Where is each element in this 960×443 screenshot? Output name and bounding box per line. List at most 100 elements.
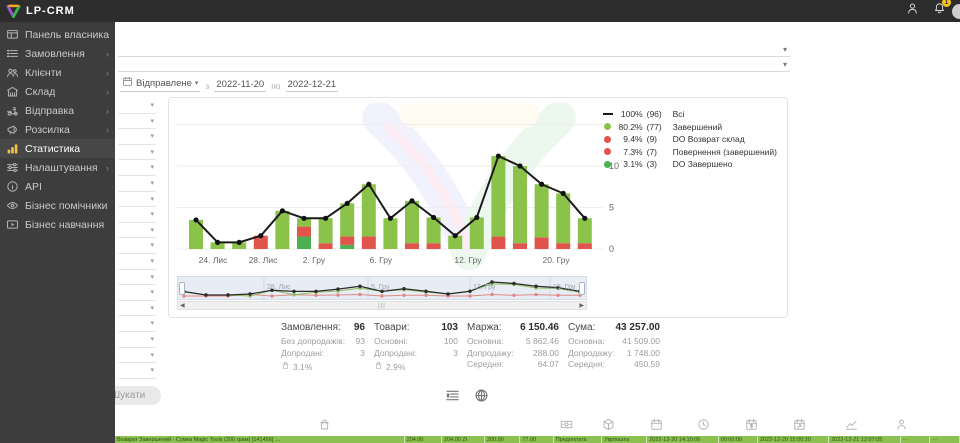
table-cell[interactable]: 200.00 bbox=[485, 436, 520, 443]
table-cell[interactable]: Укрпошта bbox=[602, 436, 647, 443]
chevron-down-icon: ▾ bbox=[150, 257, 154, 265]
side-filter-select-13[interactable]: ▾ bbox=[118, 285, 156, 301]
table-cell[interactable]: ··· bbox=[901, 436, 931, 443]
side-filter-select-5[interactable]: ▾ bbox=[118, 160, 156, 176]
sidebar-item-відправка[interactable]: .f{fill:currentColor;stroke:none}.k{fill… bbox=[0, 101, 115, 120]
sidebar-item-бізнес-помічники[interactable]: .f{fill:currentColor;stroke:none}.k{fill… bbox=[0, 196, 115, 215]
list-indent-toggle[interactable]: .f{fill:currentColor;stroke:none}.k{fill… bbox=[445, 388, 460, 408]
legend-count: (96) bbox=[647, 109, 669, 119]
chart-lines-icon[interactable]: .f{fill:currentColor;stroke:none}.k{fill… bbox=[845, 418, 858, 436]
side-filter-select-1[interactable]: ▾ bbox=[118, 98, 156, 114]
table-cell[interactable]: Возврат Завершений · Сумка Magic Tools (… bbox=[115, 436, 405, 443]
legend-item[interactable]: 100%(96)Всі bbox=[603, 108, 777, 121]
sidebar-item-бізнес-навчання[interactable]: .f{fill:currentColor;stroke:none}.k{fill… bbox=[0, 215, 115, 234]
table-cell[interactable]: 2022-12-20 14:10:06 bbox=[647, 436, 718, 443]
clock-icon[interactable]: .f{fill:currentColor;stroke:none}.k{fill… bbox=[697, 418, 710, 436]
table-header-icons: .f{fill:currentColor;stroke:none}.k{fill… bbox=[115, 418, 960, 434]
calendar-icon[interactable]: .f{fill:currentColor;stroke:none}.k{fill… bbox=[650, 418, 663, 436]
chevron-down-icon: ▾ bbox=[150, 226, 154, 234]
side-filter-select-17[interactable]: ▾ bbox=[118, 348, 156, 364]
legend-item[interactable]: 3.1%(3)DO Завершено bbox=[603, 158, 777, 171]
filter-select-2[interactable]: ▾ bbox=[118, 58, 790, 72]
table-cell[interactable]: 77.00 bbox=[520, 436, 553, 443]
dashboard-icon: .f{fill:currentColor;stroke:none}.k{fill… bbox=[6, 28, 19, 41]
side-filter-select-2[interactable]: ▾ bbox=[118, 114, 156, 130]
date-from-input[interactable]: 2022-11-20 bbox=[214, 79, 266, 92]
table-cell[interactable]: 2022-12-20 15:00:20 bbox=[758, 436, 829, 443]
legend-label: Повернення (завершений) bbox=[673, 147, 777, 157]
legend-item[interactable]: 9.4%(9)DO Возврат склад bbox=[603, 133, 777, 146]
summary-stats: Замовлення:96Без допродажів:93Допродані:… bbox=[281, 322, 660, 372]
sidebar-item-label: Бізнес помічники bbox=[25, 200, 108, 212]
sidebar-item-статистика[interactable]: .f{fill:currentColor;stroke:none}.k{fill… bbox=[0, 139, 115, 158]
legend-item[interactable]: 80.2%(77)Завершений bbox=[603, 121, 777, 134]
cube-icon[interactable]: .f{fill:currentColor;stroke:none}.k{fill… bbox=[602, 418, 615, 436]
side-filter-select-12[interactable]: ▾ bbox=[118, 270, 156, 286]
bag-icon[interactable]: .f{fill:currentColor;stroke:none}.k{fill… bbox=[318, 418, 331, 436]
top-bar: LP-CRM .f{fill:currentColor;stroke:none}… bbox=[0, 0, 960, 22]
filter-select-1[interactable]: ▾ bbox=[118, 43, 790, 57]
avatar[interactable] bbox=[952, 4, 960, 19]
calendar-dollar-icon[interactable]: .f{fill:currentColor;stroke:none}.k{fill… bbox=[745, 418, 758, 436]
date-to-input[interactable]: 2022-12-21 bbox=[286, 79, 339, 92]
navigator-right-handle[interactable] bbox=[579, 282, 585, 295]
scroll-right-icon[interactable]: ▶ bbox=[579, 303, 584, 309]
side-filter-select-11[interactable]: ▾ bbox=[118, 254, 156, 270]
sidebar-item-склад[interactable]: .f{fill:currentColor;stroke:none}.k{fill… bbox=[0, 82, 115, 101]
side-filter-select-16[interactable]: ▾ bbox=[118, 332, 156, 348]
stat-sub-label: Допродажу: bbox=[467, 348, 514, 360]
banknote-icon[interactable]: .f{fill:currentColor;stroke:none}.k{fill… bbox=[560, 418, 573, 436]
navigator-left-handle[interactable] bbox=[179, 282, 185, 295]
side-filter-select-8[interactable]: ▾ bbox=[118, 207, 156, 223]
table-row[interactable]: Возврат Завершений · Сумка Magic Tools (… bbox=[115, 436, 960, 443]
navigator-date-label: 5. Гру bbox=[371, 284, 390, 291]
side-filter-select-6[interactable]: ▾ bbox=[118, 176, 156, 192]
chevron-down-icon: ▾ bbox=[150, 273, 154, 281]
chart-range-navigator[interactable]: 28. Лис5. Гру13. Гру19. Гру bbox=[177, 276, 587, 300]
globe-toggle[interactable]: .f{fill:currentColor;stroke:none}.k{fill… bbox=[474, 388, 489, 408]
side-filter-select-4[interactable]: ▾ bbox=[118, 145, 156, 161]
person-icon[interactable]: .f{fill:currentColor;stroke:none}.k{fill… bbox=[895, 418, 908, 436]
chevron-right-icon: › bbox=[106, 125, 109, 135]
sidebar-item-клієнти[interactable]: .f{fill:currentColor;stroke:none}.k{fill… bbox=[0, 63, 115, 82]
scrollbar-grip[interactable]: ||| bbox=[378, 303, 386, 309]
side-filter-select-18[interactable]: ▾ bbox=[118, 363, 156, 379]
scroll-left-icon[interactable]: ◀ bbox=[180, 303, 185, 309]
sidebar-item-панель-власника[interactable]: .f{fill:currentColor;stroke:none}.k{fill… bbox=[0, 25, 115, 44]
sidebar-item-розсилка[interactable]: .f{fill:currentColor;stroke:none}.k{fill… bbox=[0, 120, 115, 139]
stat-column: Сума:43 257.00Основна:41 509.00Допродажу… bbox=[568, 322, 660, 372]
stat-sub-label: Основна: bbox=[467, 336, 504, 348]
chevron-down-icon: ▾ bbox=[150, 132, 154, 140]
clients-icon: .f{fill:currentColor;stroke:none}.k{fill… bbox=[6, 66, 19, 79]
calendar-arrow-icon[interactable]: .f{fill:currentColor;stroke:none}.k{fill… bbox=[793, 418, 806, 436]
table-cell[interactable]: 204.00 Zł bbox=[442, 436, 485, 443]
table-cell[interactable]: ··· bbox=[930, 436, 960, 443]
side-filter-select-14[interactable]: ▾ bbox=[118, 301, 156, 317]
sidebar: .f{fill:currentColor;stroke:none}.k{fill… bbox=[0, 22, 115, 443]
side-filter-select-7[interactable]: ▾ bbox=[118, 192, 156, 208]
user-icon[interactable]: .f{fill:currentColor;stroke:none}.k{fill… bbox=[906, 2, 919, 20]
table-cell[interactable]: 00:00:00 bbox=[719, 436, 758, 443]
notifications-bell[interactable]: .f{fill:currentColor;stroke:none}.k{fill… bbox=[933, 2, 946, 20]
side-filter-select-10[interactable]: ▾ bbox=[118, 238, 156, 254]
side-filter-select-9[interactable]: ▾ bbox=[118, 223, 156, 239]
stat-sub-value: 1 748.00 bbox=[627, 348, 660, 360]
brand[interactable]: LP-CRM bbox=[0, 4, 75, 19]
legend-marker-icon bbox=[603, 136, 613, 143]
legend-count: (77) bbox=[647, 122, 669, 132]
table-cell[interactable]: Предоплата bbox=[554, 436, 603, 443]
chart-scrollbar[interactable]: ◀ ||| ▶ bbox=[177, 301, 587, 310]
sidebar-item-замовлення[interactable]: .f{fill:currentColor;stroke:none}.k{fill… bbox=[0, 44, 115, 63]
search-button[interactable]: Шукати bbox=[115, 386, 161, 405]
stat-column: Маржа:6 150.46Основна:5 862.46Допродажу:… bbox=[467, 322, 559, 372]
legend-item[interactable]: 7.3%(7)Повернення (завершений) bbox=[603, 146, 777, 159]
sidebar-item-label: Клієнти bbox=[25, 67, 61, 79]
sidebar-item-налаштування[interactable]: .f{fill:currentColor;stroke:none}.k{fill… bbox=[0, 158, 115, 177]
sidebar-item-api[interactable]: .f{fill:currentColor;stroke:none}.k{fill… bbox=[0, 177, 115, 196]
date-type-label: Відправлене bbox=[136, 78, 192, 89]
table-cell[interactable]: 204.00 bbox=[405, 436, 442, 443]
table-cell[interactable]: 2022-12-21 12:07:05 bbox=[829, 436, 900, 443]
side-filter-select-15[interactable]: ▾ bbox=[118, 316, 156, 332]
date-type-select[interactable]: .f{fill:currentColor;stroke:none}.k{fill… bbox=[120, 76, 200, 92]
side-filter-select-3[interactable]: ▾ bbox=[118, 129, 156, 145]
